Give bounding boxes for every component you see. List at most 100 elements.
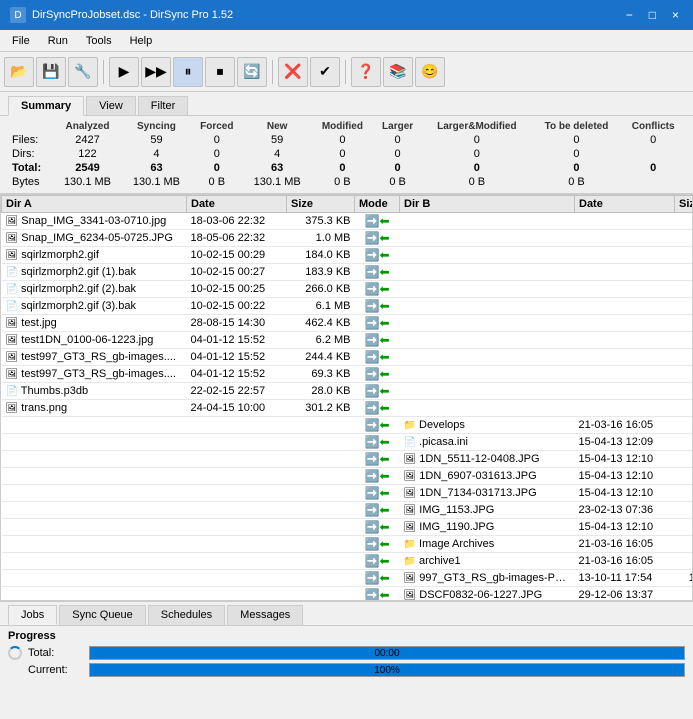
table-row[interactable]: 📄 sqirlzmorph2.gif (2).bak 10-02-15 00:2… [2, 281, 693, 298]
cell-size-a [287, 434, 355, 451]
minimize-button[interactable]: − [622, 8, 637, 22]
tab-filter[interactable]: Filter [138, 96, 188, 115]
cell-date-b: 21-03-16 16:05 [575, 417, 675, 434]
refresh-button[interactable]: 🔄 [237, 57, 267, 87]
table-row[interactable]: 📄 sqirlzmorph2.gif (3).bak 10-02-15 00:2… [2, 298, 693, 315]
summary-bytes-forced: 0 B [191, 175, 243, 189]
stop-button[interactable]: ⏹ [205, 57, 235, 87]
cell-dir-a: 📄 sqirlzmorph2.gif (1).bak [2, 264, 187, 281]
cell-date-a: 10-02-15 00:25 [187, 281, 287, 298]
cell-dir-b [400, 264, 575, 281]
maximize-button[interactable]: □ [645, 8, 660, 22]
cell-mode: ➡️⬅ [355, 468, 400, 485]
menu-file[interactable]: File [4, 33, 38, 49]
table-row[interactable]: ➡️⬅ 📁 archive1 21-03-16 16:05 0 [2, 553, 693, 570]
file-table-container[interactable]: Dir A Date Size Mode Dir B Date Size 🖼 S… [0, 194, 693, 601]
cell-size-a [287, 502, 355, 519]
cell-size-a: 6.1 MB [287, 298, 355, 315]
cell-dir-a: 🖼 Snap_IMG_6234-05-0725.JPG [2, 230, 187, 247]
col-header-date-b: Date [575, 196, 675, 213]
cell-date-b: 21-03-16 16:05 [575, 536, 675, 553]
cell-mode: ➡️⬅ [355, 383, 400, 400]
save-button[interactable]: 💾 [36, 57, 66, 87]
table-row[interactable]: 🖼 Snap_IMG_3341-03-0710.jpg 18-03-06 22:… [2, 213, 693, 230]
col-header-dir-a: Dir A [2, 196, 187, 213]
cell-dir-b [400, 349, 575, 366]
table-row[interactable]: ➡️⬅ 🖼 IMG_1153.JPG 23-02-13 07:36 3.8 M [2, 502, 693, 519]
cell-size-b [675, 383, 693, 400]
cell-date-a [187, 553, 287, 570]
settings-button[interactable]: 🔧 [68, 57, 98, 87]
tab-summary[interactable]: Summary [8, 96, 84, 116]
table-row[interactable]: ➡️⬅ 🖼 DSCF0832-06-1227.JPG 29-12-06 13:3… [2, 587, 693, 602]
about-button[interactable]: 😊 [415, 57, 445, 87]
titlebar-controls[interactable]: − □ × [622, 8, 683, 22]
cell-date-a: 10-02-15 00:22 [187, 298, 287, 315]
docs-button[interactable]: 📚 [383, 57, 413, 87]
menu-run[interactable]: Run [40, 33, 76, 49]
summary-total-conflicts: 0 [621, 161, 685, 175]
menu-help[interactable]: Help [122, 33, 161, 49]
cell-size-b [675, 264, 693, 281]
table-row[interactable]: ➡️⬅ 📁 Develops 21-03-16 16:05 0 [2, 417, 693, 434]
summary-dirs-label: Dirs: [8, 147, 53, 161]
table-row[interactable]: ➡️⬅ 🖼 1DN_7134-031713.JPG 15-04-13 12:10… [2, 485, 693, 502]
cell-date-b: 13-10-11 17:54 [575, 570, 675, 587]
play-button[interactable]: ▶ [109, 57, 139, 87]
cell-size-a: 462.4 KB [287, 315, 355, 332]
bottom-tab-schedules[interactable]: Schedules [148, 605, 225, 625]
cell-dir-a: 📄 Thumbs.p3db [2, 383, 187, 400]
bottom-tab-syncqueue[interactable]: Sync Queue [59, 605, 146, 625]
cell-size-b [675, 298, 693, 315]
summary-col-syncing: Syncing [122, 120, 191, 133]
cell-date-a: 10-02-15 00:29 [187, 247, 287, 264]
cell-dir-a: 🖼 test997_GT3_RS_gb-images.... [2, 366, 187, 383]
cell-dir-a: 🖼 test997_GT3_RS_gb-images.... [2, 349, 187, 366]
bottom-tab-jobs[interactable]: Jobs [8, 605, 57, 625]
table-row[interactable]: 🖼 test.jpg 28-08-15 14:30 462.4 KB ➡️⬅ [2, 315, 693, 332]
summary-dirs-syncing: 4 [122, 147, 191, 161]
table-row[interactable]: ➡️⬅ 📁 Image Archives 21-03-16 16:05 0 [2, 536, 693, 553]
summary-bytes-new: 130.1 MB [243, 175, 312, 189]
tab-view[interactable]: View [86, 96, 136, 115]
fast-forward-button[interactable]: ▶▶ [141, 57, 171, 87]
menu-tools[interactable]: Tools [78, 33, 120, 49]
cell-size-a: 6.2 MB [287, 332, 355, 349]
table-row[interactable]: 📄 sqirlzmorph2.gif (1).bak 10-02-15 00:2… [2, 264, 693, 281]
pause-button[interactable]: ⏸ [173, 57, 203, 87]
cell-mode: ➡️⬅ [355, 366, 400, 383]
table-row[interactable]: ➡️⬅ 📄 .picasa.ini 15-04-13 12:09 59 [2, 434, 693, 451]
bottom-tab-messages[interactable]: Messages [227, 605, 303, 625]
cell-dir-b: 📄 .picasa.ini [400, 434, 575, 451]
cell-dir-a [2, 417, 187, 434]
delete-button[interactable]: ❌ [278, 57, 308, 87]
cell-dir-a [2, 468, 187, 485]
table-row[interactable]: ➡️⬅ 🖼 IMG_1190.JPG 15-04-13 12:10 2.9 M [2, 519, 693, 536]
cell-dir-a [2, 553, 187, 570]
cell-dir-a [2, 570, 187, 587]
table-row[interactable]: 🖼 sqirlzmorph2.gif 10-02-15 00:29 184.0 … [2, 247, 693, 264]
table-row[interactable]: 🖼 test997_GT3_RS_gb-images.... 04-01-12 … [2, 349, 693, 366]
toolbar-separator-3 [345, 60, 346, 84]
table-row[interactable]: 🖼 Snap_IMG_6234-05-0725.JPG 18-05-06 22:… [2, 230, 693, 247]
cell-date-a [187, 502, 287, 519]
table-row[interactable]: 🖼 trans.png 24-04-15 10:00 301.2 KB ➡️⬅ [2, 400, 693, 417]
open-button[interactable]: 📂 [4, 57, 34, 87]
close-button[interactable]: × [668, 8, 683, 22]
cell-size-b [675, 281, 693, 298]
table-row[interactable]: 🖼 test997_GT3_RS_gb-images.... 04-01-12 … [2, 366, 693, 383]
cell-size-a [287, 417, 355, 434]
table-row[interactable]: ➡️⬅ 🖼 1DN_5511-12-0408.JPG 15-04-13 12:1… [2, 451, 693, 468]
check-button[interactable]: ✔ [310, 57, 340, 87]
cell-size-b: 0 [675, 536, 693, 553]
table-row[interactable]: ➡️⬅ 🖼 1DN_6907-031613.JPG 15-04-13 12:10… [2, 468, 693, 485]
help-button[interactable]: ❓ [351, 57, 381, 87]
table-row[interactable]: 📄 Thumbs.p3db 22-02-15 22:57 28.0 KB ➡️⬅ [2, 383, 693, 400]
spinner-icon [8, 646, 22, 660]
table-row[interactable]: 🖼 test1DN_0100-06-1223.jpg 04-01-12 15:5… [2, 332, 693, 349]
summary-dirs-tobedeleted: 0 [532, 147, 622, 161]
col-header-size-b: Size [675, 196, 693, 213]
cell-dir-a: 📄 sqirlzmorph2.gif (2).bak [2, 281, 187, 298]
cell-dir-b: 🖼 1DN_7134-031713.JPG [400, 485, 575, 502]
table-row[interactable]: ➡️⬅ 🖼 997_GT3_RS_gb-images-P7-... 13-10-… [2, 570, 693, 587]
